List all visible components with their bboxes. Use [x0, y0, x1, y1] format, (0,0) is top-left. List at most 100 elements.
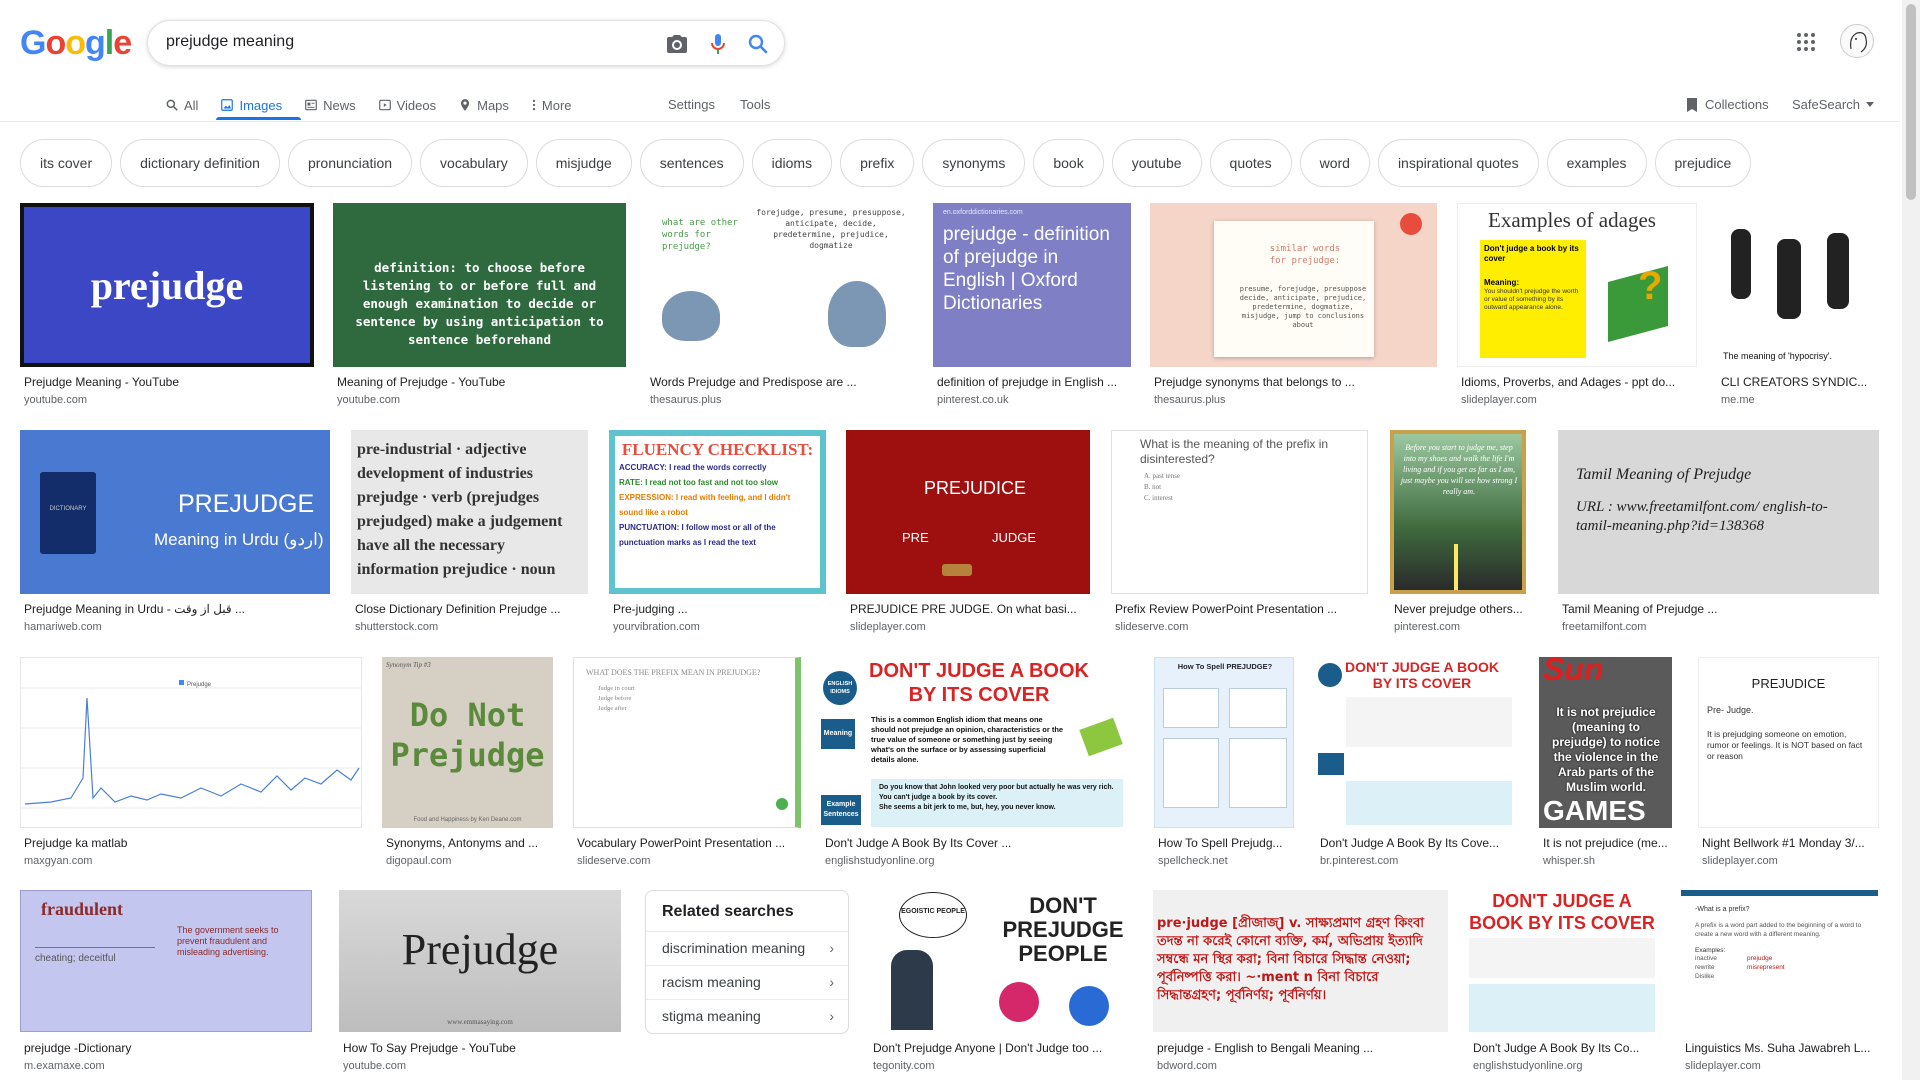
image-title[interactable]: Pre-judging ...	[613, 602, 827, 616]
chip[interactable]: its cover	[20, 139, 113, 187]
image-title[interactable]: Linguistics Ms. Suha Jawabreh L...	[1685, 1041, 1879, 1055]
chip[interactable]: sentences	[639, 139, 744, 187]
tab-videos[interactable]: Videos	[378, 90, 436, 120]
image-source: freetamilfont.com	[1562, 621, 1647, 633]
thumb-credit: Food and Happiness by Ken Deane.com	[413, 817, 522, 823]
image-thumbnail: DICTIONARY PREJUDGE Meaning in Urdu (ارد…	[20, 430, 330, 594]
gavel-icon	[942, 564, 972, 576]
image-title[interactable]: How To Say Prejudge - YouTube	[343, 1041, 623, 1055]
chip[interactable]: prefix	[840, 139, 915, 187]
thumb-text: DON'T JUDGE A BOOK BY ITS COVER	[869, 660, 1089, 706]
chip[interactable]: word	[1299, 139, 1370, 187]
refinement-chips: its cover dictionary definition pronunci…	[20, 139, 1752, 187]
book-label: DICTIONARY	[49, 506, 87, 512]
thumb-subtext: PRE	[902, 530, 929, 545]
chip[interactable]: dictionary definition	[120, 139, 280, 187]
image-thumbnail: Before you start to judge me, step into …	[1390, 430, 1526, 594]
image-title[interactable]: It is not prejudice (me...	[1543, 836, 1673, 850]
info-panel	[1229, 738, 1287, 808]
image-source: spellcheck.net	[1158, 855, 1228, 867]
image-title[interactable]: Meaning of Prejudge - YouTube	[337, 375, 627, 389]
image-thumbnail: Prejudge www.emmasaying.com	[339, 890, 621, 1032]
chip[interactable]: idioms	[751, 139, 833, 187]
thumb-text: It is not prejudice (meaning to prejudge…	[1552, 705, 1660, 794]
thumb-subtext: Meaning in Urdu (اردو)	[154, 530, 324, 549]
image-source: hamariweb.com	[24, 621, 102, 633]
chip[interactable]: synonyms	[922, 139, 1026, 187]
thumb-list-item: C. interest	[1144, 494, 1173, 502]
search-results-page: Google All Images News Videos	[0, 0, 1920, 1080]
tab-maps[interactable]: Maps	[458, 90, 509, 120]
tab-all[interactable]: All	[165, 90, 198, 120]
collections-button[interactable]: Collections	[1685, 90, 1769, 120]
related-searches-panel: Related searches discrimination meaning …	[645, 890, 849, 1034]
image-source: slideplayer.com	[1685, 1060, 1761, 1072]
image-title[interactable]: Synonyms, Antonyms and ...	[386, 836, 554, 850]
image-title[interactable]: Prejudge ka matlab	[24, 836, 362, 850]
scrollbar-thumb[interactable]	[1906, 4, 1916, 200]
image-title[interactable]: Close Dictionary Definition Prejudge ...	[355, 602, 587, 616]
image-title[interactable]: CLI CREATORS SYNDIC...	[1721, 375, 1881, 389]
camera-icon[interactable]	[665, 32, 689, 56]
question-mark-drawing: ?	[1638, 264, 1663, 308]
image-title[interactable]: Don't Prejudge Anyone | Don't Judge too …	[873, 1041, 1133, 1055]
image-thumbnail: Examples of adages Don't judge a book by…	[1457, 203, 1697, 367]
image-title[interactable]: Prejudge synonyms that belongs to ...	[1154, 375, 1434, 389]
chip[interactable]: misjudge	[535, 139, 632, 187]
image-title[interactable]: Never prejudge others...	[1394, 602, 1528, 616]
chip[interactable]: youtube	[1111, 139, 1202, 187]
settings-link[interactable]: Settings	[668, 90, 715, 120]
tab-more[interactable]: More	[531, 90, 572, 120]
image-title[interactable]: Prefix Review PowerPoint Presentation ..…	[1115, 602, 1369, 616]
tab-images[interactable]: Images	[220, 90, 282, 120]
tools-link[interactable]: Tools	[740, 90, 770, 120]
search-box	[147, 20, 785, 66]
image-title[interactable]: prejudge -Dictionary	[24, 1041, 312, 1055]
image-title[interactable]: Tamil Meaning of Prejudge ...	[1562, 602, 1880, 616]
chip[interactable]: book	[1033, 139, 1104, 187]
dictionary-book-drawing: DICTIONARY	[40, 472, 96, 554]
image-title[interactable]: Don't Judge A Book By Its Co...	[1473, 1041, 1655, 1055]
page-scrollbar[interactable]	[1902, 0, 1920, 1080]
image-title[interactable]: Don't Judge A Book By Its Cove...	[1320, 836, 1516, 850]
image-title[interactable]: How To Spell Prejudg...	[1158, 836, 1294, 850]
related-search-item[interactable]: discrimination meaning ›	[646, 931, 848, 965]
image-title[interactable]: PREJUDICE PRE JUDGE. On what basi...	[850, 602, 1090, 616]
google-logo[interactable]: Google	[20, 24, 132, 63]
chip[interactable]: quotes	[1209, 139, 1292, 187]
account-avatar[interactable]	[1840, 24, 1874, 58]
image-source: englishstudyonline.org	[825, 855, 935, 867]
related-search-item[interactable]: racism meaning ›	[646, 965, 848, 999]
chip[interactable]: pronunciation	[287, 139, 413, 187]
mic-icon[interactable]	[706, 32, 730, 56]
image-title[interactable]: Vocabulary PowerPoint Presentation ...	[577, 836, 801, 850]
image-thumbnail: definition: to choose before listening t…	[333, 203, 626, 367]
image-title[interactable]: Prejudge Meaning in Urdu - قبل از وقت ..…	[24, 602, 330, 616]
checklist-item: EXPRESSION: I read with feeling, and I d…	[619, 493, 791, 517]
beanbag-drawing	[999, 982, 1039, 1022]
image-title[interactable]: Prejudge Meaning - YouTube	[24, 375, 314, 389]
image-title[interactable]: Idioms, Proverbs, and Adages - ppt do...	[1461, 375, 1697, 389]
thumb-subtext: URL : www.freetamilfont.com/ english-to-…	[1576, 499, 1828, 534]
chip[interactable]: inspirational quotes	[1377, 139, 1539, 187]
apps-grid-icon[interactable]	[1796, 32, 1816, 52]
chip[interactable]: vocabulary	[420, 139, 528, 187]
image-source: slideserve.com	[1115, 621, 1189, 633]
tab-label: More	[541, 97, 572, 113]
image-title[interactable]: Night Bellwork #1 Monday 3/...	[1702, 836, 1880, 850]
image-source: bdword.com	[1157, 1060, 1217, 1072]
image-source: tegonity.com	[873, 1060, 935, 1072]
search-input[interactable]	[166, 33, 606, 51]
example-line: She seems a bit jerk to me, but, hey, yo…	[879, 804, 1056, 811]
dot-icon	[776, 798, 788, 810]
image-title[interactable]: Words Prejudge and Predispose are ...	[650, 375, 912, 389]
image-title[interactable]: Don't Judge A Book By Its Cover ...	[825, 836, 1131, 850]
chip[interactable]: examples	[1546, 139, 1647, 187]
chip[interactable]: prejudice	[1654, 139, 1752, 187]
image-title[interactable]: prejudge - English to Bengali Meaning ..…	[1157, 1041, 1449, 1055]
safesearch-menu[interactable]: SafeSearch	[1792, 90, 1874, 120]
related-search-item[interactable]: stigma meaning ›	[646, 999, 848, 1033]
search-icon[interactable]	[746, 32, 770, 56]
tab-news[interactable]: News	[304, 90, 356, 120]
image-title[interactable]: definition of prejudge in English ...	[937, 375, 1131, 389]
